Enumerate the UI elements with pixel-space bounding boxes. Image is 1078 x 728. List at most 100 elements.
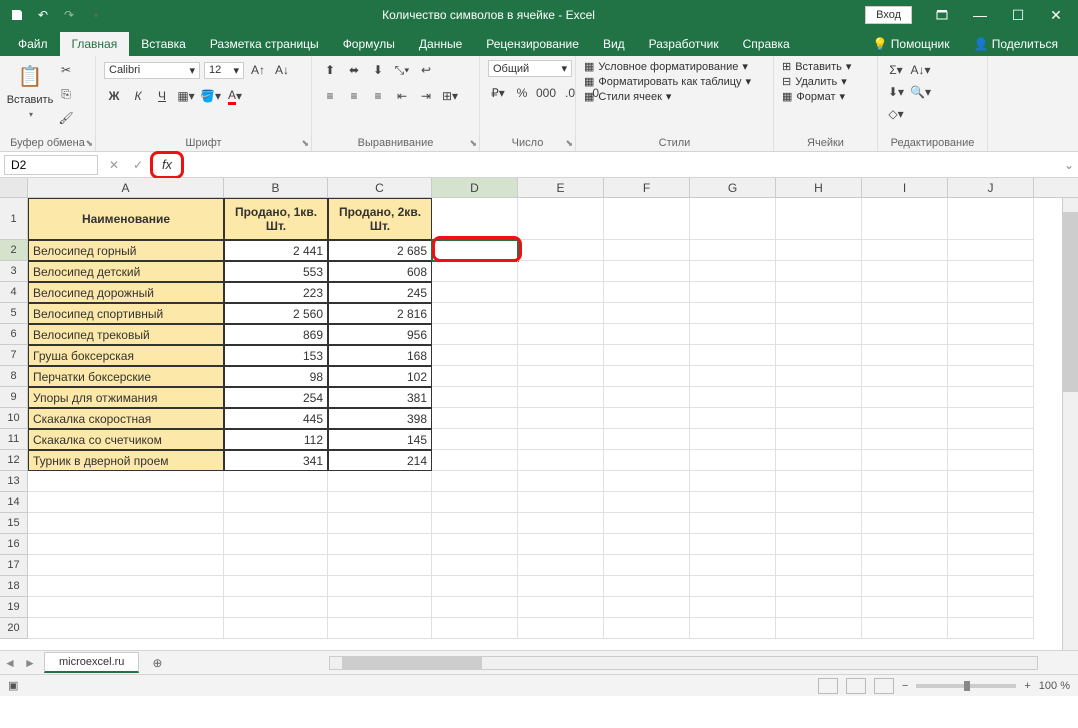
font-size-dropdown[interactable]: 12▾ <box>204 62 244 79</box>
cell[interactable] <box>224 555 328 576</box>
tab-formulas[interactable]: Формулы <box>331 32 407 56</box>
cell[interactable] <box>432 471 518 492</box>
cell[interactable] <box>518 597 604 618</box>
cell[interactable] <box>776 429 862 450</box>
row-header[interactable]: 5 <box>0 303 28 324</box>
row-header[interactable]: 12 <box>0 450 28 471</box>
cell[interactable] <box>948 198 1034 240</box>
cell[interactable]: 153 <box>224 345 328 366</box>
cell[interactable] <box>518 513 604 534</box>
cell[interactable] <box>432 597 518 618</box>
zoom-thumb[interactable] <box>964 681 970 691</box>
cell[interactable] <box>776 471 862 492</box>
name-box[interactable] <box>4 155 98 175</box>
cell[interactable]: Велосипед спортивный <box>28 303 224 324</box>
wrap-text-icon[interactable]: ↩ <box>416 60 436 80</box>
cell[interactable] <box>518 303 604 324</box>
column-header[interactable]: H <box>776 178 862 197</box>
cell[interactable] <box>28 576 224 597</box>
cell[interactable] <box>690 240 776 261</box>
cell[interactable] <box>328 492 432 513</box>
cell[interactable] <box>776 597 862 618</box>
align-middle-icon[interactable]: ⬌ <box>344 60 364 80</box>
cell[interactable] <box>604 471 690 492</box>
cell[interactable] <box>690 387 776 408</box>
dialog-launcher-icon[interactable]: ⬊ <box>85 138 93 149</box>
cell[interactable] <box>432 618 518 639</box>
italic-button[interactable]: К <box>128 86 148 106</box>
cell[interactable] <box>328 597 432 618</box>
cell[interactable]: Продано, 2кв. Шт. <box>328 198 432 240</box>
cell[interactable] <box>862 324 948 345</box>
cell[interactable] <box>432 324 518 345</box>
cell[interactable] <box>862 408 948 429</box>
cell[interactable] <box>948 240 1034 261</box>
cell[interactable] <box>604 618 690 639</box>
cell[interactable] <box>690 198 776 240</box>
cell[interactable] <box>518 324 604 345</box>
row-header[interactable]: 4 <box>0 282 28 303</box>
cell[interactable] <box>948 261 1034 282</box>
cell[interactable] <box>690 576 776 597</box>
cell[interactable] <box>604 534 690 555</box>
cell[interactable] <box>948 555 1034 576</box>
cell[interactable] <box>518 429 604 450</box>
cell[interactable] <box>604 366 690 387</box>
tab-pagelayout[interactable]: Разметка страницы <box>198 32 331 56</box>
dialog-launcher-icon[interactable]: ⬊ <box>565 138 573 149</box>
column-header[interactable]: A <box>28 178 224 197</box>
qat-customize-icon[interactable] <box>86 6 104 24</box>
cell[interactable]: 2 560 <box>224 303 328 324</box>
row-header[interactable]: 1 <box>0 198 28 240</box>
cell[interactable] <box>518 261 604 282</box>
cell[interactable] <box>862 471 948 492</box>
cell[interactable] <box>948 282 1034 303</box>
cell[interactable]: Перчатки боксерские <box>28 366 224 387</box>
cell[interactable] <box>690 303 776 324</box>
cell[interactable] <box>948 387 1034 408</box>
copy-icon[interactable]: ⎘ <box>56 84 76 104</box>
zoom-slider[interactable] <box>916 684 1016 688</box>
cell[interactable]: 145 <box>328 429 432 450</box>
column-header[interactable]: J <box>948 178 1034 197</box>
cell[interactable]: 223 <box>224 282 328 303</box>
row-header[interactable]: 11 <box>0 429 28 450</box>
cell[interactable] <box>690 408 776 429</box>
zoom-level[interactable]: 100 % <box>1039 680 1070 692</box>
cell[interactable] <box>604 513 690 534</box>
bold-button[interactable]: Ж <box>104 86 124 106</box>
cell[interactable] <box>604 198 690 240</box>
increase-indent-icon[interactable]: ⇥ <box>416 86 436 106</box>
cell[interactable] <box>432 534 518 555</box>
cell[interactable] <box>690 450 776 471</box>
cell[interactable] <box>776 618 862 639</box>
cell[interactable] <box>690 618 776 639</box>
scrollbar-thumb[interactable] <box>1063 212 1078 392</box>
find-select-icon[interactable]: 🔍▾ <box>910 82 931 102</box>
cell[interactable] <box>690 534 776 555</box>
cell[interactable] <box>604 240 690 261</box>
insert-function-button[interactable]: fx <box>155 154 179 176</box>
orientation-icon[interactable]: ⤡▾ <box>392 60 412 80</box>
row-header[interactable]: 14 <box>0 492 28 513</box>
fill-color-icon[interactable]: 🪣▾ <box>200 86 221 106</box>
merge-icon[interactable]: ⊞▾ <box>440 86 460 106</box>
undo-icon[interactable]: ↶ <box>34 6 52 24</box>
prev-sheet-icon[interactable]: ◄ <box>0 656 20 670</box>
formula-input[interactable] <box>184 163 1060 167</box>
cell[interactable] <box>862 198 948 240</box>
column-header[interactable]: C <box>328 178 432 197</box>
cell[interactable] <box>518 576 604 597</box>
cell[interactable]: 381 <box>328 387 432 408</box>
cell[interactable]: 608 <box>328 261 432 282</box>
cell[interactable] <box>28 492 224 513</box>
percent-icon[interactable]: % <box>512 83 532 103</box>
cell[interactable] <box>604 555 690 576</box>
cell[interactable] <box>518 618 604 639</box>
cell[interactable] <box>224 471 328 492</box>
cell[interactable] <box>604 324 690 345</box>
share-button[interactable]: 👤 Поделиться <box>961 32 1070 56</box>
align-center-icon[interactable]: ≡ <box>344 86 364 106</box>
cell[interactable] <box>776 303 862 324</box>
normal-view-icon[interactable] <box>818 678 838 694</box>
